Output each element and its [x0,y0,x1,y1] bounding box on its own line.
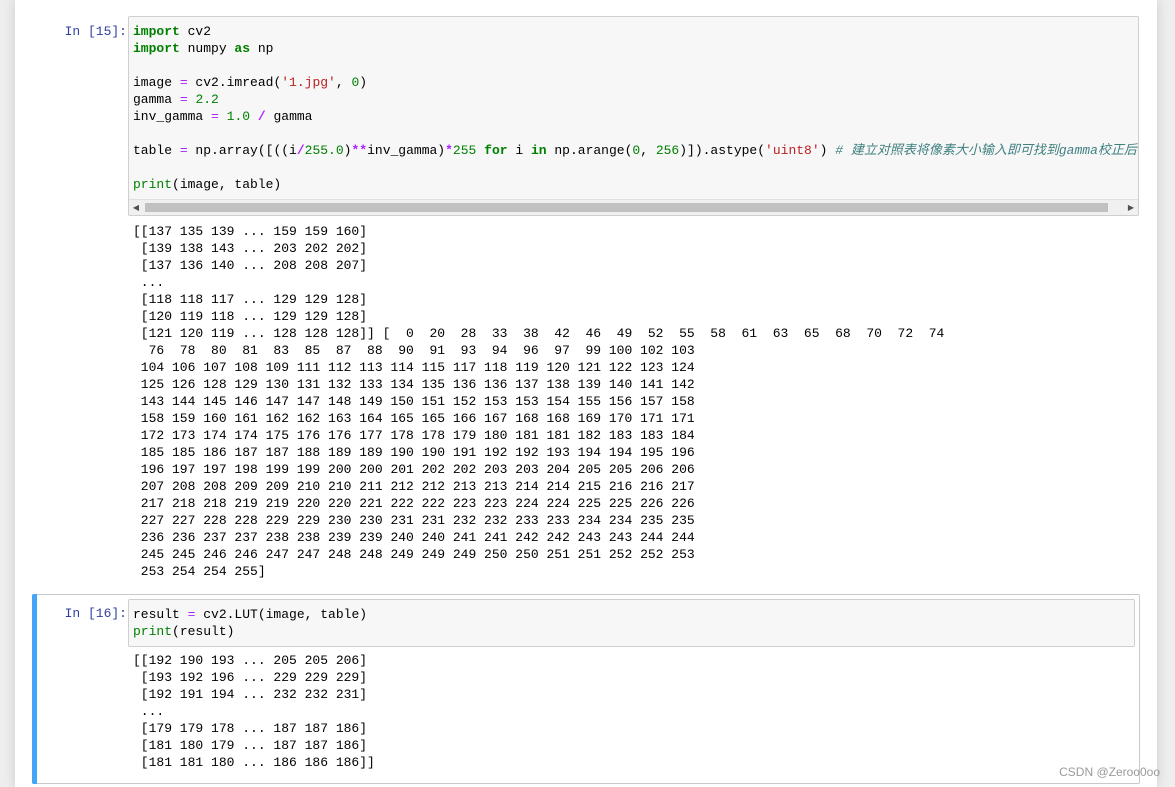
code-token: i [507,143,531,158]
scroll-left-icon[interactable]: ◀ [129,200,143,215]
code-token: * [445,143,453,158]
code-token: = [179,75,188,90]
output-line: 158 159 160 161 162 162 163 164 165 165 … [133,411,695,426]
code-token: result [133,607,188,622]
output-line: 172 173 174 174 175 176 176 177 178 178 … [133,428,695,443]
output-line: [137 136 140 ... 208 208 207] [133,258,368,273]
code-token: '1.jpg' [281,75,336,90]
code-token: print [133,177,173,192]
code-token: table [133,143,180,158]
output-line: 227 227 228 228 229 229 230 230 231 231 … [133,513,695,528]
output-line: [181 181 180 ... 186 186 186]] [133,755,375,770]
code-token: 'uint8' [765,143,820,158]
code-token: inv_gamma [133,109,212,124]
code-token: image [133,75,180,90]
code-token: as [234,41,251,56]
code-token: (image, table) [172,177,282,192]
code-token: )]).astype( [679,143,766,158]
code-token: gamma [133,92,180,107]
code-token: np [250,41,274,56]
code-line[interactable]: print(result) [133,623,234,640]
code-line[interactable]: table = np.array([((i/255.0) **inv_gamma)… [133,142,1138,159]
code-token: np.arange( [546,143,633,158]
code-cell-16[interactable]: In [16]: result = cv2.LUT(image, table) p… [32,594,1140,784]
code-token: = [211,109,219,124]
code-token: import [133,24,180,39]
code-token: ) [819,143,836,158]
output-line: ... [133,275,165,290]
code-token: cv2.imread( [187,75,282,90]
code-line[interactable]: import cv2 [133,23,211,40]
output-line: ... [133,704,165,719]
output-line: 185 185 186 187 187 188 189 189 190 190 … [133,445,695,460]
code-token: ) [359,75,368,90]
code-line[interactable]: gamma = 2.2 [133,91,219,108]
scroll-right-icon[interactable]: ▶ [1124,200,1138,215]
code-token: cv2.LUT(image, table) [195,607,368,622]
code-token: 256 [655,143,680,158]
code-line[interactable]: print(image, table) [133,176,281,193]
code-token: (result) [172,624,235,639]
code-token: 255 [452,143,477,158]
output-line: [179 179 178 ... 187 187 186] [133,721,368,736]
code-token: / [257,109,266,124]
code-token: ** [351,143,368,158]
scrollbar-thumb[interactable] [145,203,1108,212]
output-line: 236 236 237 237 238 238 239 239 240 240 … [133,530,695,545]
output-line: [118 118 117 ... 129 129 128] [133,292,368,307]
code-token: , [640,143,656,158]
output-line: 196 197 197 198 199 199 200 200 201 202 … [133,462,695,477]
watermark: CSDN @Zeroo0oo [1059,765,1160,779]
code-input-area[interactable]: result = cv2.LUT(image, table) print(resu… [128,599,1135,647]
output-line: 76 78 80 81 83 85 87 88 90 91 93 94 96 9… [133,343,695,358]
code-line[interactable]: inv_gamma = 1.0 / gamma [133,108,312,125]
output-line: 207 208 208 209 209 210 210 211 212 212 … [133,479,695,494]
code-token: gamma [265,109,313,124]
output-line: 104 106 107 108 109 111 112 113 114 115 … [133,360,695,375]
horizontal-scrollbar[interactable]: ◀ ▶ [129,199,1138,215]
notebook-container: In [15]: ◀ ▶ import cv2 import numpy as n… [15,0,1157,787]
output-line: [181 180 179 ... 187 187 186] [133,738,368,753]
code-cell-15[interactable]: In [15]: ◀ ▶ import cv2 import numpy as n… [32,10,1140,587]
code-token: , [335,75,352,90]
code-token: in [530,143,547,158]
output-line: 143 144 145 146 147 147 148 149 150 151 … [133,394,695,409]
input-prompt: In [15]: [64,24,127,39]
code-token: import [133,41,180,56]
code-token: inv_gamma) [367,143,446,158]
input-prompt: In [16]: [64,606,127,621]
code-token: # 建立对照表将像素大小输入即可找到gamma校正后的像素值 [835,143,1138,158]
code-line[interactable]: result = cv2.LUT(image, table) [133,606,367,623]
output-line: 217 218 218 219 219 220 220 221 222 222 … [133,496,695,511]
code-line[interactable]: import numpy as np [133,40,273,57]
code-token: cv2 [179,24,212,39]
code-token: numpy [179,41,235,56]
output-line: [[192 190 193 ... 205 205 206] [133,653,368,668]
output-line: [121 120 119 ... 128 128 128]] [ 0 20 28… [133,326,945,341]
code-token: for [484,143,508,158]
code-token: print [133,624,173,639]
output-line: [192 191 194 ... 232 232 231] [133,687,368,702]
output-line: [120 119 118 ... 129 129 128] [133,309,368,324]
code-token: = [179,92,188,107]
output-line: 125 126 128 129 130 131 132 133 134 135 … [133,377,695,392]
code-input-area[interactable]: ◀ ▶ import cv2 import numpy as np image = … [128,16,1139,216]
output-line: [193 192 196 ... 229 229 229] [133,670,368,685]
code-token: 1.0 [226,109,251,124]
code-token: np.array([((i [187,143,297,158]
output-line: 253 254 254 255] [133,564,266,579]
code-token: 255.0 [304,143,344,158]
output-line: [139 138 143 ... 203 202 202] [133,241,368,256]
output-line: 245 245 246 246 247 247 248 248 249 249 … [133,547,695,562]
code-token: = [179,143,188,158]
code-line[interactable]: image = cv2.imread('1.jpg', 0) [133,74,367,91]
code-token: / [296,143,305,158]
output-line: [[137 135 139 ... 159 159 160] [133,224,368,239]
code-token: 2.2 [195,92,219,107]
